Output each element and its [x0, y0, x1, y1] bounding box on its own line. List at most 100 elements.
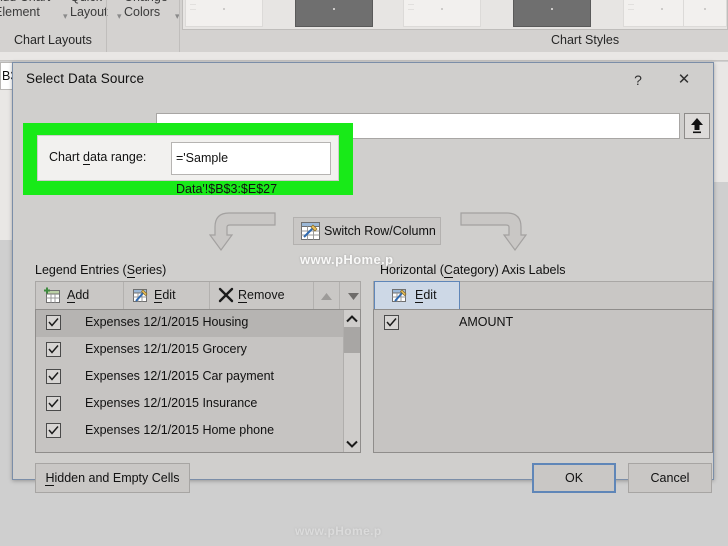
dialog-body: Chart data range: ='Sample Data'!$B$3:$E…: [13, 97, 713, 493]
chart-layouts-group-label: Chart Layouts: [14, 33, 92, 47]
chart-style-thumbnail-1[interactable]: [185, 0, 263, 27]
thumbnail-ticks-icon-1: [190, 0, 198, 24]
legend-entries-list: Expenses 12/1/2015 Housing Expenses 12/1…: [36, 310, 360, 452]
series-checkbox[interactable]: [46, 369, 61, 384]
dropdown-dot-icon-2: ▾: [117, 11, 122, 21]
dialog-title-bar: Select Data Source ? ✕: [13, 63, 713, 97]
hidden-and-empty-cells-button[interactable]: Hidden and Empty Cells: [35, 463, 190, 493]
quick-layout-button[interactable]: Quick Layout: [70, 0, 108, 20]
dropdown-dot-icon-1: ▾: [63, 11, 68, 21]
watermark-bottom: www.pHome.p: [295, 524, 382, 538]
add-series-button[interactable]: Add: [36, 282, 124, 310]
worksheet-right-sliver: [712, 62, 728, 182]
axis-labels-listbox[interactable]: AMOUNT: [373, 309, 713, 453]
series-label: Expenses 12/1/2015 Home phone: [85, 423, 275, 437]
legend-entries-toolbar: Add Edit Remove: [35, 281, 361, 311]
thumbnail-ticks-icon-3: [408, 0, 416, 24]
thumbnail-dot-6: [704, 8, 706, 10]
list-item[interactable]: Expenses 12/1/2015 Home phone: [36, 418, 360, 445]
legend-entries-listbox[interactable]: Expenses 12/1/2015 Housing Expenses 12/1…: [35, 309, 361, 453]
scroll-down-button[interactable]: [344, 435, 360, 452]
add-series-label: Add: [67, 288, 90, 303]
edit-axis-labels-label: Edit: [415, 288, 437, 303]
thumbnail-dot-1: [223, 8, 225, 10]
thumbnail-dot-5: [661, 8, 663, 10]
quick-layout-label-line2: Layout: [70, 5, 108, 19]
move-series-down-button[interactable]: [340, 282, 366, 310]
series-checkbox[interactable]: [46, 423, 61, 438]
ribbon-group-labels: Chart Layouts Chart Styles: [0, 30, 728, 53]
remove-x-icon: [218, 287, 234, 303]
remove-series-button[interactable]: Remove: [210, 282, 314, 310]
ribbon-group-divider-1: [106, 0, 107, 52]
green-highlight-overlay: Chart data range: ='Sample Data'!$B$3:$E…: [23, 123, 353, 196]
edit-series-button[interactable]: Edit: [124, 282, 210, 310]
thumbnail-dot-3: [441, 8, 443, 10]
list-item[interactable]: Expenses 12/1/2015 Car payment: [36, 364, 360, 391]
move-up-arrow-icon: [321, 293, 332, 300]
edit-axis-labels-button[interactable]: Edit: [374, 281, 460, 311]
change-colors-label-line2: Colors: [124, 5, 161, 19]
list-item[interactable]: Expenses 12/1/2015 Grocery: [36, 337, 360, 364]
chart-styles-gallery[interactable]: [182, 0, 728, 30]
ok-button[interactable]: OK: [532, 463, 616, 493]
chart-style-thumbnail-3[interactable]: [403, 0, 481, 27]
axis-label-text: AMOUNT: [459, 315, 514, 329]
move-series-up-button[interactable]: [314, 282, 340, 310]
scroll-up-button[interactable]: [344, 310, 360, 327]
chart-style-thumbnail-6[interactable]: [683, 0, 727, 27]
curved-arrow-left-icon: [209, 212, 276, 252]
ribbon-group-divider-2: [179, 0, 180, 52]
cancel-button[interactable]: Cancel: [628, 463, 712, 493]
series-label: Expenses 12/1/2015 Car payment: [85, 369, 275, 383]
axis-labels-toolbar: Edit: [373, 281, 713, 311]
thumbnail-dot-4: [551, 8, 553, 10]
excel-ribbon: Add Chart Element Quick Layout Change Co…: [0, 0, 728, 53]
move-down-arrow-icon: [347, 293, 359, 300]
chart-data-range-input[interactable]: ='Sample Data'!$B$3:$E$27: [171, 142, 331, 196]
curved-arrow-right-icon: [460, 212, 527, 252]
list-item[interactable]: Expenses 12/1/2015 Insurance: [36, 391, 360, 418]
range-selector-button[interactable]: [684, 113, 710, 139]
axis-labels-list: AMOUNT: [374, 310, 712, 452]
axis-labels-header: Horizontal (Category) Axis Labels: [380, 263, 566, 278]
chevron-up-icon: [346, 315, 358, 323]
edit-axis-labels-icon: [392, 289, 407, 302]
scrollbar-thumb[interactable]: [344, 327, 360, 353]
chart-data-range-highlight-panel: Chart data range: ='Sample Data'!$B$3:$E…: [37, 135, 339, 196]
chevron-down-icon: [346, 440, 358, 448]
chart-style-thumbnail-2-selected[interactable]: [295, 0, 373, 27]
series-checkbox[interactable]: [46, 342, 61, 357]
thumbnail-dot-2: [333, 8, 335, 10]
edit-series-icon: [133, 289, 148, 302]
add-chart-element-label-line2: Element: [0, 5, 40, 19]
series-checkbox[interactable]: [46, 396, 61, 411]
close-icon[interactable]: ✕: [669, 69, 699, 91]
chart-styles-group-label: Chart Styles: [551, 33, 620, 47]
edit-series-label: Edit: [154, 288, 176, 303]
series-label: Expenses 12/1/2015 Grocery: [85, 342, 247, 356]
chart-data-range-label: Chart data range:: [49, 150, 147, 165]
switch-row-column-label: Switch Row/Column: [324, 224, 436, 238]
series-checkbox[interactable]: [46, 315, 61, 330]
help-icon[interactable]: ?: [625, 69, 651, 91]
chart-style-thumbnail-4-selected[interactable]: [513, 0, 591, 27]
series-label: Expenses 12/1/2015 Housing: [85, 315, 249, 329]
select-data-source-dialog: Select Data Source ? ✕ Chart data range:…: [12, 62, 714, 493]
axis-label-checkbox[interactable]: [384, 315, 399, 330]
thumbnail-ticks-icon-5: [628, 0, 636, 24]
ribbon-groups: Add Chart Element Quick Layout Change Co…: [0, 0, 728, 30]
legend-list-scrollbar[interactable]: [343, 310, 360, 452]
add-series-icon: [44, 287, 60, 303]
ribbon-bottom-edge: [0, 52, 728, 61]
list-item[interactable]: AMOUNT: [374, 310, 712, 337]
dialog-title: Select Data Source: [26, 71, 145, 86]
switch-row-column-button[interactable]: Switch Row/Column: [293, 217, 441, 245]
change-colors-button[interactable]: Change Colors: [124, 0, 168, 20]
add-chart-element-button[interactable]: Add Chart Element: [0, 0, 50, 20]
list-item[interactable]: Expenses 12/1/2015 Housing: [36, 310, 360, 337]
series-label: Expenses 12/1/2015 Insurance: [85, 396, 258, 410]
remove-series-label: Remove: [238, 288, 285, 303]
switch-row-column-icon: [301, 222, 320, 240]
switch-row-column-area: Switch Row/Column: [13, 201, 713, 261]
